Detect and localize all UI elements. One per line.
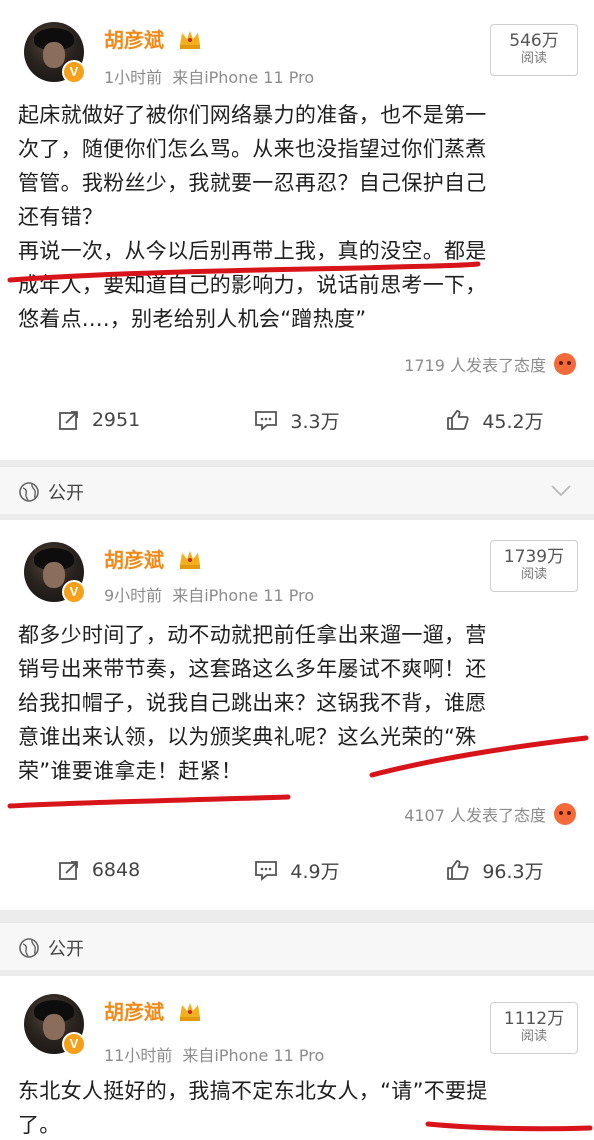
comment-count: 4.9万	[290, 860, 340, 883]
globe-icon	[19, 482, 39, 502]
like-button[interactable]: 45.2万	[396, 400, 594, 440]
like-count: 96.3万	[482, 860, 544, 883]
views-count: 1739万	[503, 547, 565, 567]
repost-icon	[58, 411, 78, 430]
crown-icon	[180, 1003, 200, 1021]
post-username[interactable]: 胡彦斌	[104, 996, 164, 1025]
post-text: 起床就做好了被你们网络暴力的准备，也不是第一 次了，随便你们怎么骂。从来也没指望…	[18, 103, 487, 331]
visibility-label: 公开	[48, 939, 84, 960]
action-bar: 2951 3.3万 45.2万	[0, 400, 594, 440]
post-time: 9小时前	[104, 586, 163, 605]
views-box: 1739万 阅读	[490, 540, 578, 592]
like-icon	[447, 410, 469, 430]
post-meta: 11小时前 来自iPhone 11 Pro	[104, 1042, 324, 1066]
views-count: 1112万	[503, 1009, 565, 1029]
views-box: 546万 阅读	[490, 24, 578, 76]
visibility-bar[interactable]: 公开	[0, 922, 594, 972]
avatar[interactable]: V	[24, 994, 86, 1056]
globe-icon	[19, 938, 39, 958]
views-label: 阅读	[520, 51, 547, 66]
post-username[interactable]: 胡彦斌	[104, 24, 164, 53]
views-box: 1112万 阅读	[490, 1002, 578, 1054]
comment-button[interactable]: 3.3万	[198, 400, 396, 440]
post-source: 来自iPhone 11 Pro	[172, 586, 315, 605]
post-time: 11小时前	[104, 1046, 173, 1065]
views-label: 阅读	[520, 567, 547, 582]
crown-icon	[180, 31, 200, 49]
repost-button[interactable]: 6848	[0, 850, 198, 890]
views-label: 阅读	[520, 1029, 547, 1044]
comment-count: 3.3万	[290, 410, 340, 433]
post-meta: 1小时前 来自iPhone 11 Pro	[104, 64, 314, 88]
avatar[interactable]: V	[24, 22, 86, 84]
angry-face-icon	[554, 803, 576, 825]
visibility-label: 公开	[48, 483, 84, 504]
weibo-post-1: V 胡彦斌 1小时前 来自iPhone 11 Pro 546万 阅读 起床就做好了…	[0, 0, 594, 460]
angry-face-icon	[554, 353, 576, 375]
verified-badge-icon: V	[62, 580, 86, 604]
reaction-count: 4107 人发表了态度	[404, 806, 546, 825]
crown-icon	[180, 551, 200, 569]
comment-icon	[255, 411, 278, 431]
reaction-summary[interactable]: 1719 人发表了态度	[404, 352, 576, 376]
views-count: 546万	[509, 31, 559, 51]
repost-count: 6848	[91, 859, 141, 881]
verified-badge-icon: V	[62, 1032, 86, 1056]
weibo-post-3: V 胡彦斌 11小时前 来自iPhone 11 Pro 1112万 阅读 东北女人…	[0, 976, 594, 1140]
post-text: 都多少时间了，动不动就把前任拿出来遛一遛，营 销号出来带节奏，这套路这么多年屡试…	[18, 623, 487, 783]
reaction-summary[interactable]: 4107 人发表了态度	[404, 802, 576, 826]
weibo-post-2: V 胡彦斌 9小时前 来自iPhone 11 Pro 1739万 阅读 都多少时间…	[0, 520, 594, 910]
action-bar: 6848 4.9万 96.3万	[0, 850, 594, 890]
post-source: 来自iPhone 11 Pro	[172, 68, 315, 87]
comment-button[interactable]: 4.9万	[198, 850, 396, 890]
repost-button[interactable]: 2951	[0, 400, 198, 440]
repost-icon	[58, 861, 78, 880]
visibility-bar[interactable]: 公开	[0, 466, 594, 516]
like-icon	[447, 860, 469, 880]
verified-badge-icon: V	[62, 60, 86, 84]
like-count: 45.2万	[482, 410, 544, 433]
post-source: 来自iPhone 11 Pro	[182, 1046, 325, 1065]
post-time: 1小时前	[104, 68, 163, 87]
post-username[interactable]: 胡彦斌	[104, 544, 164, 573]
post-meta: 9小时前 来自iPhone 11 Pro	[104, 582, 314, 606]
chevron-down-icon[interactable]	[550, 484, 572, 498]
post-text: 东北女人挺好的，我搞不定东北女人，“请”不要提 了。	[18, 1079, 488, 1137]
reaction-count: 1719 人发表了态度	[404, 356, 546, 375]
like-button[interactable]: 96.3万	[396, 850, 594, 890]
comment-icon	[255, 861, 278, 881]
repost-count: 2951	[91, 409, 141, 431]
avatar[interactable]: V	[24, 542, 86, 604]
